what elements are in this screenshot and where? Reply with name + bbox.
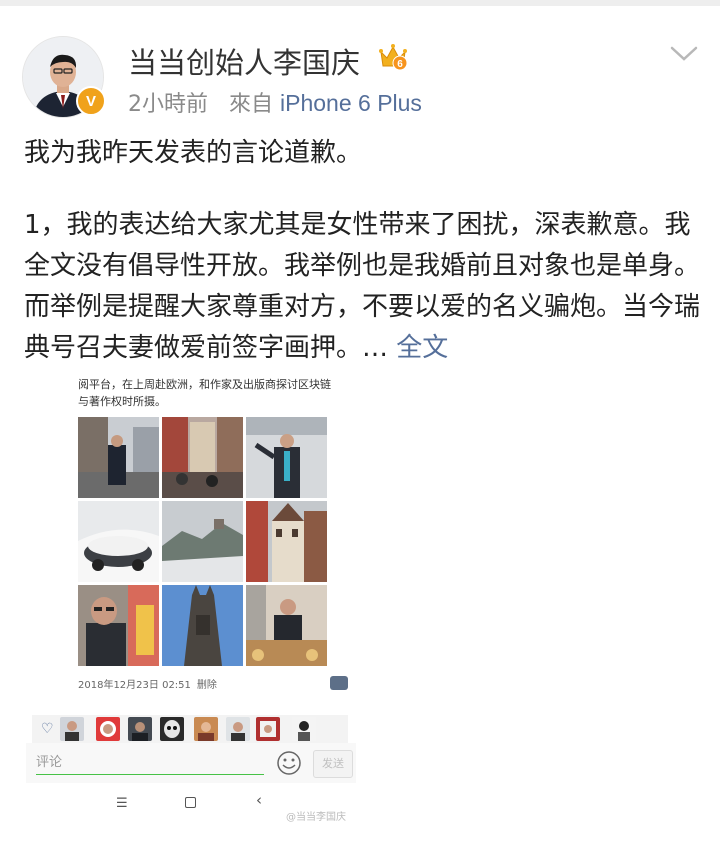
full-text-link[interactable]: 全文 xyxy=(396,333,448,363)
post-paragraph-1: 我为我昨天发表的言论道歉。 xyxy=(24,138,363,168)
photo-5[interactable] xyxy=(162,501,243,582)
verified-badge-icon: V xyxy=(76,86,106,116)
photo-8[interactable] xyxy=(162,585,243,666)
status-strip xyxy=(0,0,720,6)
photo-4[interactable] xyxy=(78,501,159,582)
menu-icon[interactable]: ☰ xyxy=(116,796,128,811)
embedded-timestamp: 2018年12月23日 02:51 删除 xyxy=(78,680,217,691)
send-button[interactable]: 发送 xyxy=(313,750,353,778)
post-time: 2小時前 xyxy=(128,92,208,117)
watermark: @当当李国庆 xyxy=(286,812,346,823)
liker-avatar[interactable] xyxy=(256,717,280,741)
post-paragraph-2: 1，我的表达给大家尤其是女性带来了困扰，深表歉意。我全文没有倡导性开放。我举例也… xyxy=(24,205,700,369)
photo-7[interactable] xyxy=(78,585,159,666)
heart-icon[interactable]: ♡ xyxy=(41,721,54,737)
embedded-caption: 阅平台，在上周赴欧洲，和作家及出版商探讨区块链与著作权时所摄。 xyxy=(78,378,331,408)
photo-6[interactable] xyxy=(246,501,327,582)
liker-avatar[interactable] xyxy=(194,717,218,741)
photo-9[interactable] xyxy=(246,585,327,666)
comment-icon[interactable] xyxy=(330,676,348,690)
photo-1[interactable] xyxy=(78,417,159,498)
liker-avatar[interactable] xyxy=(128,717,152,741)
comment-input[interactable]: 评论 xyxy=(36,752,264,775)
delete-link[interactable]: 删除 xyxy=(197,680,217,691)
back-icon[interactable]: ‹ xyxy=(256,791,262,809)
liker-avatar[interactable] xyxy=(60,717,84,741)
liker-avatar[interactable] xyxy=(160,717,184,741)
liker-avatar[interactable] xyxy=(226,717,250,741)
author-name[interactable]: 当当创始人李国庆 xyxy=(128,40,360,82)
source-prefix: 來自 xyxy=(228,92,273,117)
liker-avatar[interactable] xyxy=(96,717,120,741)
smiley-icon[interactable] xyxy=(276,750,302,776)
crown-level: 6 xyxy=(397,59,403,70)
liker-avatar[interactable] xyxy=(292,717,316,741)
chevron-down-icon[interactable] xyxy=(664,40,704,66)
post-meta: 2小時前 來自 iPhone 6 Plus xyxy=(128,86,422,118)
photo-grid[interactable] xyxy=(78,417,328,667)
ellipsis: … xyxy=(362,333,389,363)
source-device[interactable]: iPhone 6 Plus xyxy=(280,90,422,116)
photo-3[interactable] xyxy=(246,417,327,498)
crown-icon[interactable]: 6 xyxy=(378,42,408,72)
home-icon[interactable] xyxy=(185,797,196,808)
photo-2[interactable] xyxy=(162,417,243,498)
